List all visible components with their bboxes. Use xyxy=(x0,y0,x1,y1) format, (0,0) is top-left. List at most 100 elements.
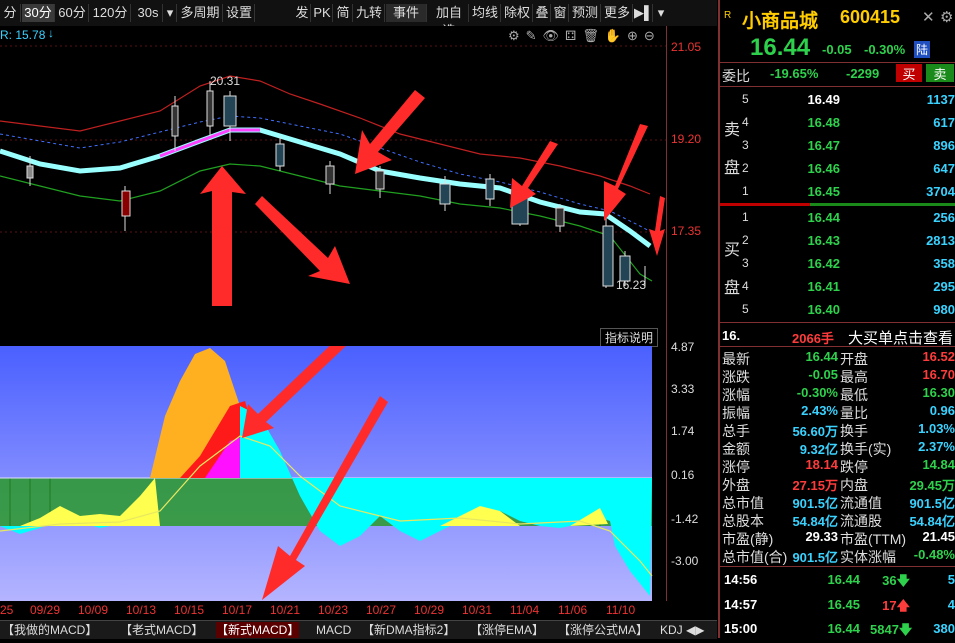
stat-value: 27.15万 xyxy=(792,478,838,493)
macd-axis-label: 1.74 xyxy=(671,424,695,438)
stat-value: -0.30% xyxy=(796,385,838,400)
price-axis-label: 21.05 xyxy=(671,40,702,54)
stat-label: 实体涨幅 xyxy=(840,549,896,565)
stat-value: 901.5亿 xyxy=(792,550,838,565)
stat-value: 18.14 xyxy=(805,457,838,472)
period-min-button[interactable]: 分 xyxy=(0,4,21,22)
macd-axis-label: -3.00 xyxy=(671,554,699,568)
price-chart[interactable]: R: 15.78 ↓ 20.31 16.23 ⚙✎👁⚃🗑✋⊕⊖ xyxy=(0,26,666,326)
date-label: 25 xyxy=(0,603,14,617)
settings-button[interactable]: 设置 xyxy=(224,4,255,22)
period-30s-button[interactable]: 30s xyxy=(134,4,163,22)
weicha-value: -2299 xyxy=(846,66,880,81)
period-30min-button[interactable]: 30分 xyxy=(22,4,55,22)
bid-label: 盘 xyxy=(724,280,741,297)
stat-value: 16.44 xyxy=(805,349,838,364)
tb-simple-button[interactable]: 简 xyxy=(334,4,353,22)
date-label: 10/09 xyxy=(78,603,109,617)
price-axis: 21.05 19.20 17.35 xyxy=(666,26,719,326)
stat-value: 29.45万 xyxy=(909,478,955,493)
tb-collapse-icon[interactable]: ▶▌ xyxy=(634,4,653,22)
stock-code: 600415 xyxy=(840,7,901,27)
stat-label: 开盘 xyxy=(840,351,868,367)
stat-value: -0.05 xyxy=(808,367,838,382)
tab-my-macd[interactable]: 【我做的MACD】 xyxy=(2,622,97,638)
period-60min-button[interactable]: 60分 xyxy=(56,4,89,22)
date-label: 10/17 xyxy=(222,603,253,617)
date-label: 10/31 xyxy=(462,603,493,617)
ma-down-arrow-icon: ↓ xyxy=(48,26,54,40)
stat-value: 901.5亿 xyxy=(792,496,838,511)
stat-value: 1.03% xyxy=(918,421,955,436)
date-label: 10/15 xyxy=(174,603,205,617)
stat-label: 金额 xyxy=(722,441,750,457)
tb-window-button[interactable]: 窗 xyxy=(552,4,569,22)
down-arrow-icon: 🡇 xyxy=(896,573,910,588)
tab-new-dma[interactable]: 【新DMA指标2】 xyxy=(362,622,455,638)
stat-label: 振幅 xyxy=(722,405,750,421)
ma-readout: R: 15.78 xyxy=(0,28,46,42)
gear-icon[interactable]: ⚙ xyxy=(940,8,953,26)
stat-label: 市盈(静) xyxy=(722,531,774,547)
sell-button[interactable]: 买 xyxy=(896,64,922,82)
tab-kdj[interactable]: KDJ xyxy=(660,622,683,638)
stat-value: 16.52 xyxy=(922,349,955,364)
tabs-scroll-icon[interactable]: ◀▶ xyxy=(686,622,704,638)
tab-zt-ma[interactable]: 【涨停公式MA】 xyxy=(558,622,648,638)
big-order-price: 16. xyxy=(722,328,741,343)
tab-zt-ema[interactable]: 【涨停EMA】 xyxy=(470,622,544,638)
stat-label: 外盘 xyxy=(722,477,750,493)
stat-value: 16.30 xyxy=(922,385,955,400)
tb-menu-icon[interactable]: ▾ xyxy=(654,4,668,22)
macd-axis-label: 3.33 xyxy=(671,382,695,396)
multi-period-button[interactable]: 多周期 xyxy=(178,4,223,22)
tb-jiuzhuan-button[interactable]: 九转 xyxy=(354,4,385,22)
tb-pk-button[interactable]: PK xyxy=(312,4,333,22)
stat-label: 内盘 xyxy=(840,477,868,493)
weibi-label: 委比 xyxy=(722,68,750,84)
stat-value: 9.32亿 xyxy=(799,442,838,457)
stat-value: 56.60万 xyxy=(792,424,838,439)
stat-label: 总市值 xyxy=(722,495,764,511)
period-120min-button[interactable]: 120分 xyxy=(90,4,131,22)
stat-value: 2.37% xyxy=(918,439,955,454)
tb-events-button[interactable]: 事件 xyxy=(386,4,427,22)
ask-ratio-bar xyxy=(720,203,810,206)
date-label: 11/04 xyxy=(510,603,540,617)
r-badge-icon: R xyxy=(724,10,732,21)
stat-label: 最高 xyxy=(840,369,868,385)
macd-axis-label: -1.42 xyxy=(671,512,699,526)
tb-fa-button[interactable]: 发 xyxy=(294,4,311,22)
chart-tools-icons[interactable]: ⚙✎👁⚃🗑✋⊕⊖ xyxy=(508,28,661,44)
macd-axis: 4.87 3.33 1.74 0.16 -1.42 -3.00 xyxy=(666,326,719,601)
tb-exright-button[interactable]: 除权 xyxy=(502,4,533,22)
tb-ma-button[interactable]: 均线 xyxy=(470,4,501,22)
tb-overlay-button[interactable]: 叠 xyxy=(534,4,551,22)
macd-chart[interactable] xyxy=(0,346,666,601)
date-label: 10/23 xyxy=(318,603,349,617)
stat-label: 换手(实) xyxy=(840,441,892,457)
tb-more-button[interactable]: 更多 xyxy=(602,4,633,22)
stat-label: 流通值 xyxy=(840,495,882,511)
stat-label: 总股本 xyxy=(722,513,764,529)
close-icon[interactable]: ✕ xyxy=(922,8,935,26)
date-label: 10/13 xyxy=(126,603,157,617)
stock-name: 小商品城 xyxy=(742,11,819,32)
up-arrow-icon: 🡅 xyxy=(896,598,910,613)
tab-old-macd[interactable]: 【老式MACD】 xyxy=(120,622,203,638)
stat-value: 2.43% xyxy=(801,403,838,418)
tab-new-macd[interactable]: 【新式MACD】 xyxy=(216,622,300,638)
price-axis-label: 19.20 xyxy=(671,132,702,146)
period-dropdown-icon[interactable]: ▾ xyxy=(164,4,177,22)
tb-add-watch-button[interactable]: 加自选 xyxy=(430,4,469,38)
big-order-link[interactable]: 大买单点击查看 xyxy=(848,327,953,348)
buy-button[interactable]: 卖 xyxy=(926,64,954,82)
stat-value: 14.84 xyxy=(922,457,955,472)
macd-header: 指标说明 xyxy=(0,326,666,347)
stat-label: 跌停 xyxy=(840,459,868,475)
quote-panel: R 小商品城 600415 ✕ ⚙ 16.44 -0.05 -0.30% 陆 委… xyxy=(718,0,955,638)
tab-macd[interactable]: MACD xyxy=(316,622,351,638)
indicator-help-button[interactable]: 指标说明 xyxy=(599,328,658,347)
tb-predict-button[interactable]: 预测 xyxy=(570,4,601,22)
date-label: 10/29 xyxy=(414,603,445,617)
